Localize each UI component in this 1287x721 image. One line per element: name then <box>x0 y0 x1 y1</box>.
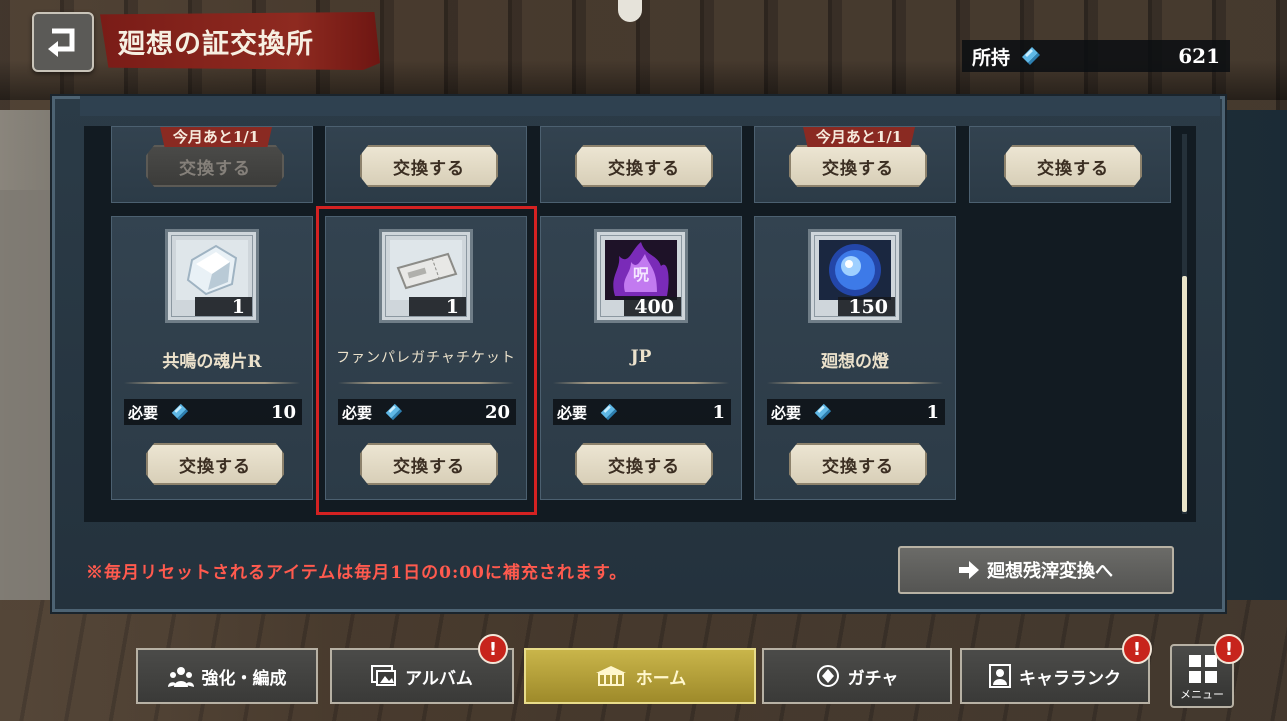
requirement-label: 必要 <box>557 403 588 422</box>
exchange-button[interactable]: 交換する <box>146 443 284 485</box>
item-quantity: 150 <box>838 297 896 317</box>
selection-highlight <box>316 206 537 515</box>
character-card-icon <box>989 664 1011 688</box>
monthly-reset-notice: ※毎月リセットされるアイテムは毎月1日の0:00に補充されます。 <box>86 563 628 583</box>
item-name: 廻想の燈 <box>821 352 889 372</box>
owned-label: 所持 <box>972 46 1011 69</box>
panel-top-strip <box>80 96 1220 116</box>
notification-badge: ! <box>478 634 508 664</box>
monthly-limit-tag: 今月あと1/1 <box>160 127 272 147</box>
team-icon <box>167 665 194 687</box>
svg-text:呪: 呪 <box>633 265 649 284</box>
exchange-card-top-4: 交換する 今月あと1/1 <box>754 126 956 203</box>
convert-residue-button[interactable]: 廻想残滓変換へ <box>898 546 1174 594</box>
notification-badge: ! <box>1122 634 1152 664</box>
item-name: JP <box>630 347 652 367</box>
requirement-row: 必要 10 <box>124 399 302 425</box>
nav-gacha[interactable]: ガチャ <box>762 648 952 704</box>
back-button[interactable] <box>32 12 94 72</box>
requirement-row: 必要 1 <box>553 399 731 425</box>
memory-proof-icon <box>1022 47 1041 65</box>
requirement-value: 1 <box>712 401 725 423</box>
album-icon <box>371 665 397 687</box>
nav-enhance-label: 強化・編成 <box>201 668 287 689</box>
memory-proof-icon <box>600 403 618 421</box>
nav-album-label: アルバム <box>405 668 473 689</box>
gacha-icon <box>816 664 840 688</box>
menu-label: メニュー <box>1180 688 1224 701</box>
exchange-button[interactable]: 交換する <box>789 443 927 485</box>
exchange-card-top-2: 交換する <box>325 126 527 203</box>
exchange-card-jp: 呪 400 JP 必要 1 交換する <box>540 216 742 500</box>
monthly-limit-tag: 今月あと1/1 <box>803 127 915 147</box>
requirement-label: 必要 <box>128 403 159 422</box>
item-frame[interactable]: 呪 400 <box>594 229 688 323</box>
requirement-value: 1 <box>926 401 939 423</box>
exchange-button-disabled[interactable]: 交換する <box>146 145 284 187</box>
requirement-label: 必要 <box>771 403 802 422</box>
item-name: 共鳴の魂片R <box>162 352 262 372</box>
convert-residue-label: 廻想残滓変換へ <box>987 561 1113 582</box>
memory-proof-icon <box>171 403 189 421</box>
owned-value: 621 <box>1178 44 1220 68</box>
jp-flame-icon: 呪 <box>605 240 677 300</box>
crystal-shard-icon <box>176 240 248 300</box>
exchange-button[interactable]: 交換する <box>789 145 927 187</box>
blue-orb-icon <box>819 240 891 300</box>
exchange-card-top-1: 交換する 今月あと1/1 <box>111 126 313 203</box>
exchange-button[interactable]: 交換する <box>1004 145 1142 187</box>
arrow-right-icon <box>959 561 979 579</box>
divider <box>124 382 300 384</box>
nav-home-label: ホーム <box>635 668 687 689</box>
item-quantity: 1 <box>195 297 253 317</box>
nav-chara-rank[interactable]: キャラランク <box>960 648 1150 704</box>
divider <box>553 382 729 384</box>
home-icon <box>594 665 628 687</box>
page-title: 廻想の証交換所 <box>118 29 314 60</box>
divider <box>767 382 943 384</box>
notification-badge: ! <box>1214 634 1244 664</box>
owned-currency: 所持 621 <box>962 40 1230 72</box>
nav-enhance[interactable]: 強化・編成 <box>136 648 318 704</box>
exchange-card-top-3: 交換する <box>540 126 742 203</box>
exchange-card-memory-light: 150 廻想の燈 必要 1 交換する <box>754 216 956 500</box>
nav-gacha-label: ガチャ <box>847 668 899 689</box>
grid-menu-icon <box>1189 655 1217 683</box>
item-frame[interactable]: 150 <box>808 229 902 323</box>
scrollbar-thumb[interactable] <box>1182 276 1187 512</box>
requirement-row: 必要 1 <box>767 399 945 425</box>
item-frame[interactable]: 1 <box>165 229 259 323</box>
exchange-card-resonance-shard: 1 共鳴の魂片R 必要 10 交換する <box>111 216 313 500</box>
requirement-value: 10 <box>270 401 296 423</box>
exchange-button[interactable]: 交換する <box>575 443 713 485</box>
nav-home[interactable]: ホーム <box>524 648 756 704</box>
nav-chara-rank-label: キャラランク <box>1019 668 1121 689</box>
exchange-button[interactable]: 交換する <box>360 145 498 187</box>
exchange-button[interactable]: 交換する <box>575 145 713 187</box>
memory-proof-icon <box>814 403 832 421</box>
item-quantity: 400 <box>624 297 682 317</box>
exchange-card-top-5: 交換する <box>969 126 1171 203</box>
back-arrow-icon <box>48 28 75 57</box>
